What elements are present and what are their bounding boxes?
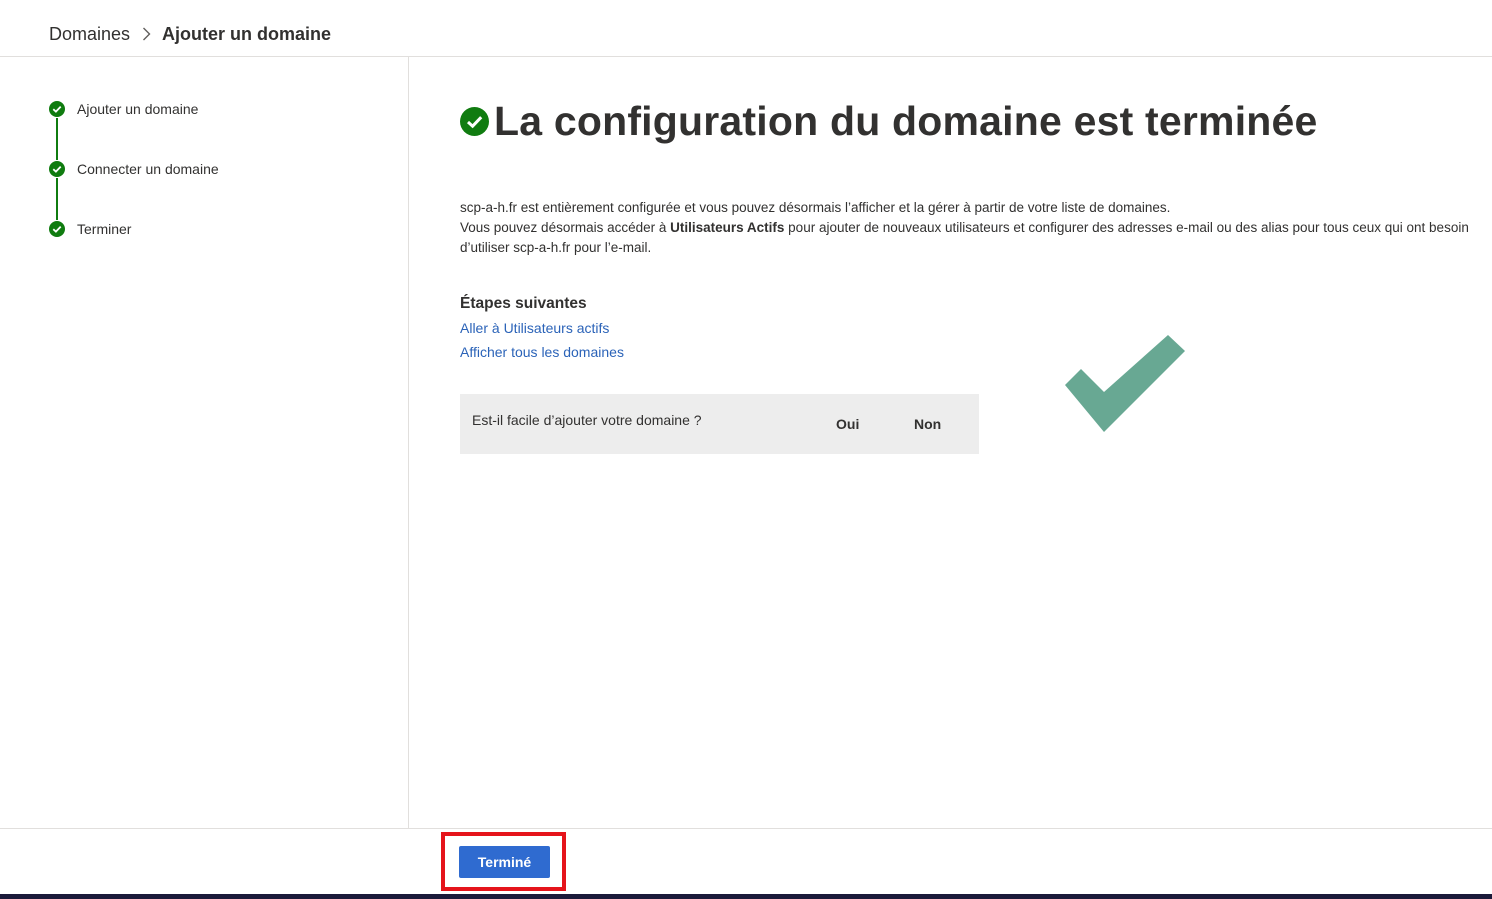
header-divider <box>0 56 1492 57</box>
feedback-no-button[interactable]: Non <box>914 416 941 432</box>
description-text: pour ajouter de nouveaux utilisateurs et… <box>784 220 1469 235</box>
footer-divider <box>0 828 1492 829</box>
chevron-right-icon <box>130 27 162 41</box>
step-connect-domain: Connecter un domaine <box>49 160 219 178</box>
step-label: Terminer <box>77 221 132 237</box>
page-title: La configuration du domaine est terminée <box>460 96 1318 146</box>
breadcrumb-current: Ajouter un domaine <box>162 23 332 44</box>
description-text: Vous pouvez désormais accéder à <box>460 220 671 235</box>
breadcrumb: Domaines Ajouter un domaine <box>49 22 331 46</box>
done-button[interactable]: Terminé <box>459 846 550 878</box>
step-connector <box>56 178 58 220</box>
active-users-emphasis: Utilisateurs Actifs <box>670 220 785 235</box>
step-label: Ajouter un domaine <box>77 101 199 117</box>
feedback-yes-button[interactable]: Oui <box>836 416 859 432</box>
add-domain-page: Domaines Ajouter un domaine Ajouter un d… <box>0 0 1492 899</box>
step-finish: Terminer <box>49 220 131 238</box>
feedback-panel: Est-il facile d’ajouter votre domaine ? … <box>460 394 979 454</box>
breadcrumb-domains-link[interactable]: Domaines <box>49 24 130 45</box>
view-all-domains-link[interactable]: Afficher tous les domaines <box>460 344 624 360</box>
go-to-active-users-link[interactable]: Aller à Utilisateurs actifs <box>460 320 609 336</box>
check-circle-icon <box>49 101 65 117</box>
checkmark-icon <box>1065 335 1185 432</box>
completion-description: scp-a-h.fr est entièrement configurée et… <box>460 198 1492 258</box>
taskbar-edge <box>0 894 1492 899</box>
step-label: Connecter un domaine <box>77 161 219 177</box>
step-connector <box>56 118 58 160</box>
step-add-domain: Ajouter un domaine <box>49 100 198 118</box>
sidebar-divider <box>408 57 409 828</box>
description-line: scp-a-h.fr est entièrement configurée et… <box>460 200 1171 215</box>
check-circle-icon <box>49 221 65 237</box>
next-steps-heading: Étapes suivantes <box>460 295 587 312</box>
title-text: La configuration du domaine est terminée <box>494 97 1318 144</box>
description-line: Vous pouvez désormais accéder à Utilisat… <box>460 218 1492 238</box>
check-circle-icon <box>49 161 65 177</box>
check-circle-icon <box>460 106 489 136</box>
feedback-question: Est-il facile d’ajouter votre domaine ? <box>472 412 702 428</box>
description-line: d’utiliser scp-a-h.fr pour l’e-mail. <box>460 240 652 255</box>
